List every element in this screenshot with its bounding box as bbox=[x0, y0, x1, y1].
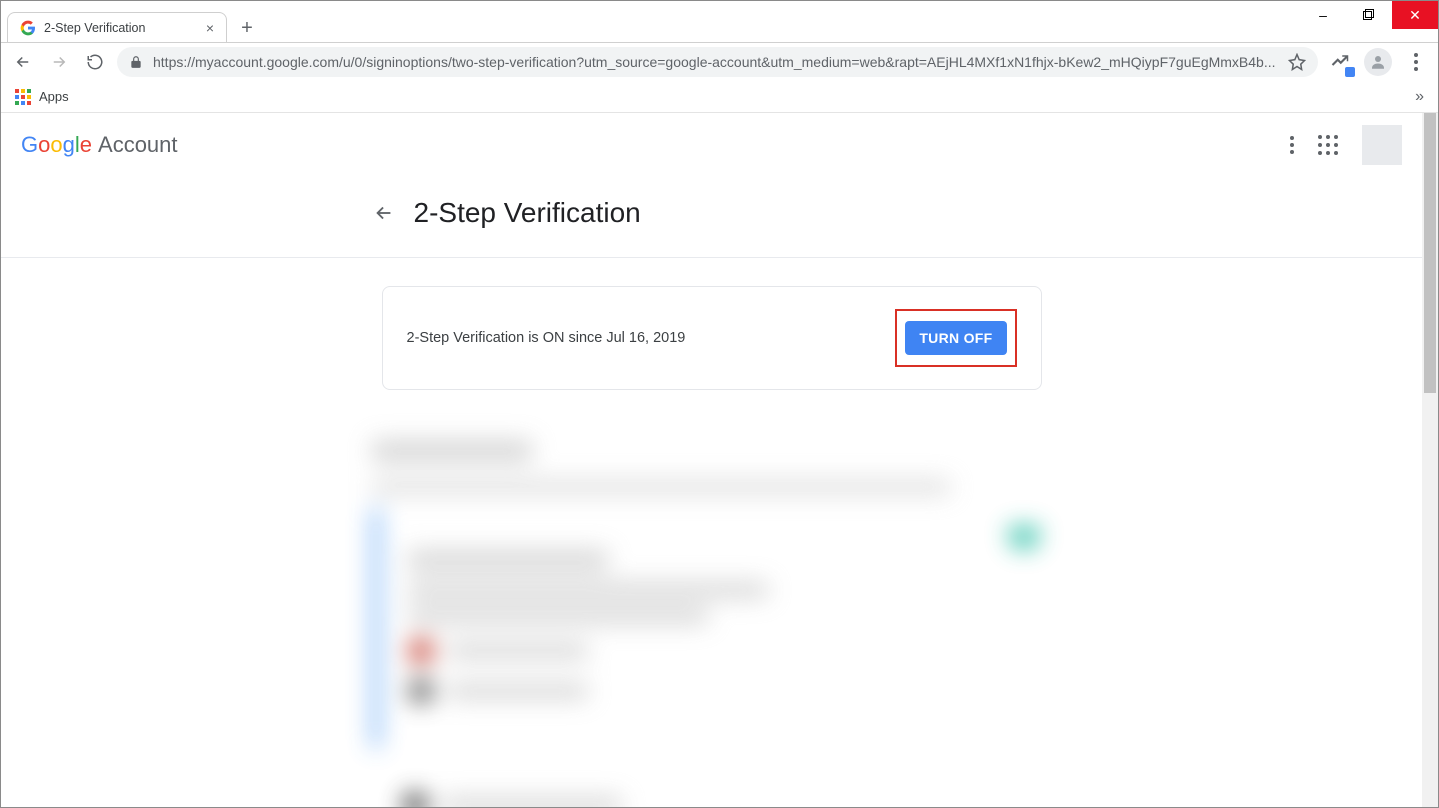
titlebar bbox=[1, 1, 1438, 9]
close-icon: ✕ bbox=[1409, 7, 1421, 24]
google-account-logo[interactable]: Google Account bbox=[21, 132, 178, 158]
arrow-left-icon bbox=[14, 53, 32, 71]
arrow-left-icon bbox=[373, 202, 395, 224]
tab-strip: 2-Step Verification × + bbox=[1, 9, 1438, 43]
url-text: https://myaccount.google.com/u/0/signino… bbox=[153, 54, 1278, 70]
page-content: Google Account 2-Step Verification 2-Ste… bbox=[1, 113, 1422, 807]
turn-off-highlight: TURN OFF bbox=[895, 309, 1016, 367]
nav-back-button[interactable] bbox=[9, 48, 37, 76]
account-header: Google Account bbox=[1, 113, 1422, 177]
blurred-content bbox=[362, 440, 1062, 807]
arrow-right-icon bbox=[50, 53, 68, 71]
divider bbox=[1, 257, 1422, 258]
status-text: 2-Step Verification is ON since Jul 16, … bbox=[407, 330, 686, 346]
scrollbar-thumb[interactable] bbox=[1424, 113, 1436, 393]
status-card: 2-Step Verification is ON since Jul 16, … bbox=[382, 286, 1042, 390]
nav-forward-button[interactable] bbox=[45, 48, 73, 76]
account-avatar[interactable] bbox=[1362, 125, 1402, 165]
header-menu-button[interactable] bbox=[1290, 136, 1294, 154]
google-favicon-icon bbox=[20, 20, 36, 36]
page-title: 2-Step Verification bbox=[414, 197, 641, 229]
reload-icon bbox=[86, 53, 104, 71]
account-text: Account bbox=[98, 132, 178, 158]
browser-toolbar: https://myaccount.google.com/u/0/signino… bbox=[1, 43, 1438, 81]
person-icon bbox=[1369, 53, 1387, 71]
profile-button[interactable] bbox=[1364, 48, 1392, 76]
maximize-icon bbox=[1363, 9, 1375, 21]
star-icon[interactable] bbox=[1288, 53, 1306, 71]
bookmarks-overflow-button[interactable]: » bbox=[1415, 88, 1424, 106]
address-bar[interactable]: https://myaccount.google.com/u/0/signino… bbox=[117, 47, 1318, 77]
window-close-button[interactable]: ✕ bbox=[1392, 1, 1438, 29]
apps-shortcut-icon[interactable] bbox=[15, 89, 31, 105]
page-back-button[interactable] bbox=[372, 201, 396, 225]
kebab-icon bbox=[1290, 136, 1294, 154]
extension-button[interactable] bbox=[1326, 48, 1354, 76]
tab-close-icon[interactable]: × bbox=[206, 20, 214, 36]
apps-shortcut-label[interactable]: Apps bbox=[39, 89, 69, 104]
lock-icon bbox=[129, 55, 143, 69]
nav-reload-button[interactable] bbox=[81, 48, 109, 76]
browser-menu-button[interactable] bbox=[1402, 48, 1430, 76]
google-apps-button[interactable] bbox=[1318, 135, 1338, 155]
window-maximize-button[interactable] bbox=[1346, 1, 1392, 29]
turn-off-button[interactable]: TURN OFF bbox=[905, 321, 1006, 355]
new-tab-button[interactable]: + bbox=[233, 14, 261, 42]
toolbar-right bbox=[1326, 48, 1430, 76]
window-minimize-button[interactable]: – bbox=[1300, 1, 1346, 29]
tab-title: 2-Step Verification bbox=[44, 21, 145, 35]
browser-tab[interactable]: 2-Step Verification × bbox=[7, 12, 227, 42]
bookmarks-bar: Apps » bbox=[1, 81, 1438, 113]
scrollbar[interactable] bbox=[1422, 113, 1438, 807]
kebab-icon bbox=[1414, 53, 1418, 71]
plus-icon: + bbox=[241, 17, 253, 40]
minimize-icon: – bbox=[1319, 7, 1327, 23]
apps-grid-icon bbox=[1318, 135, 1338, 155]
window-controls: – ✕ bbox=[1300, 1, 1438, 29]
